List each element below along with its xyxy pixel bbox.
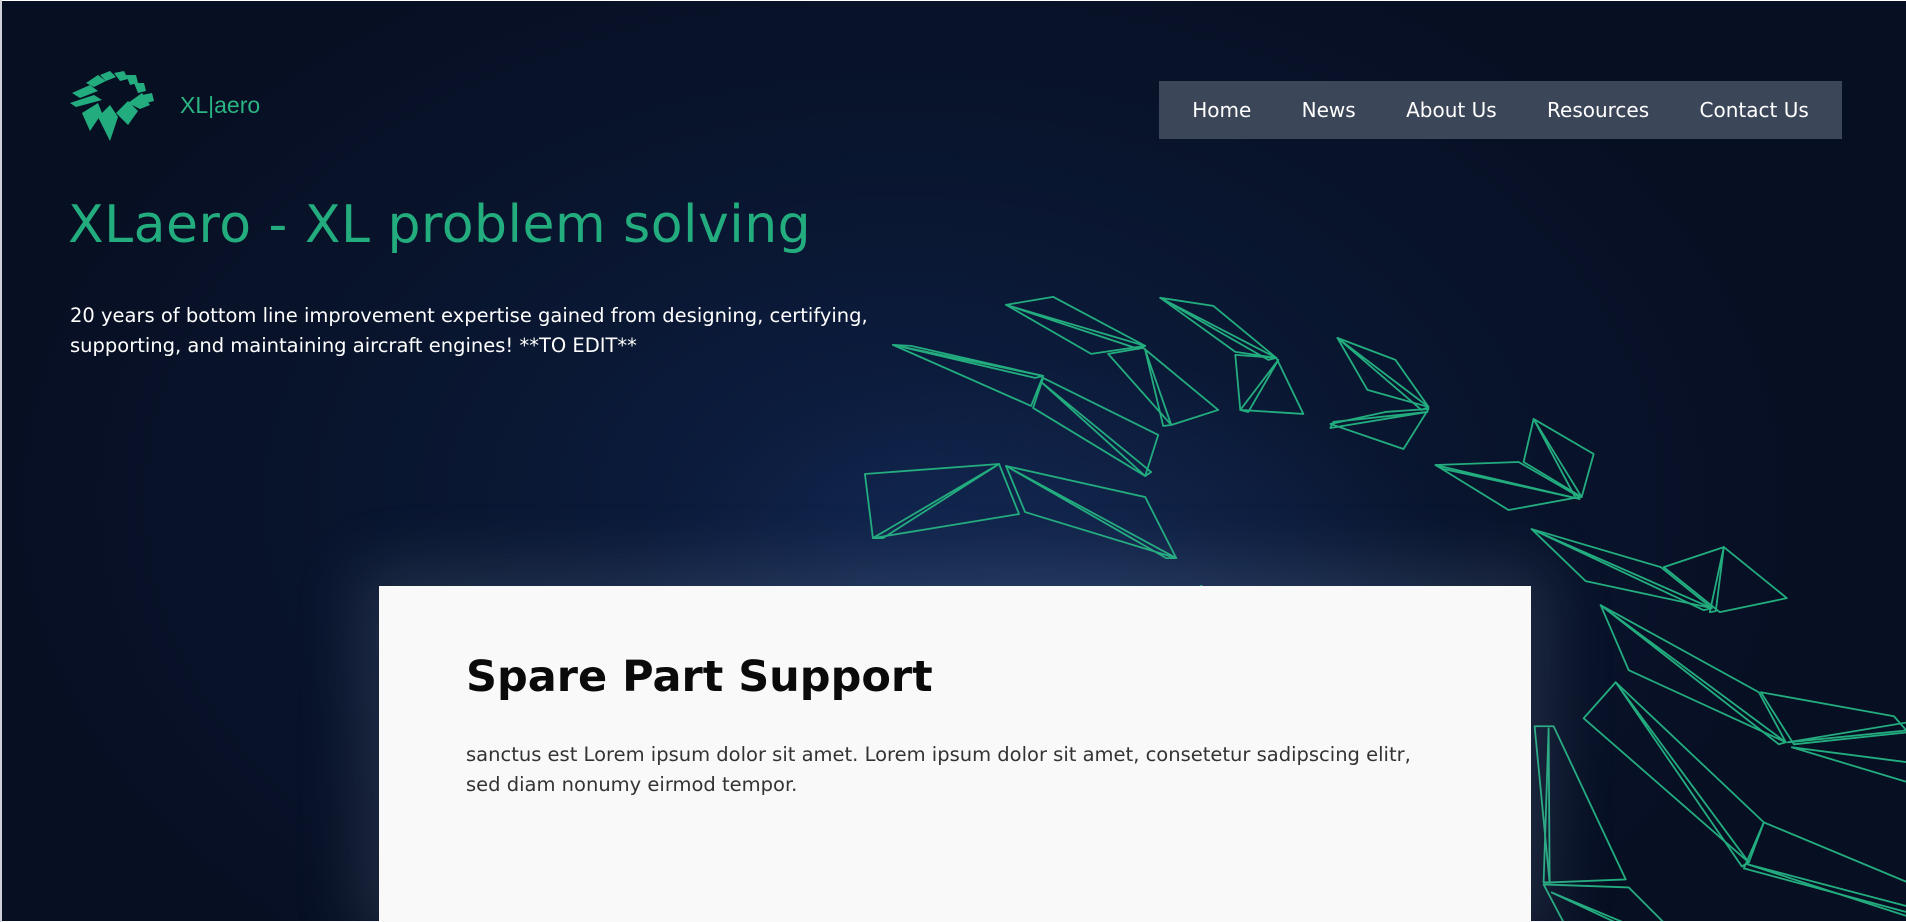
hero-description: 20 years of bottom line improvement expe… — [70, 304, 868, 357]
nav-item-contact-us[interactable]: Contact Us — [1700, 98, 1809, 122]
hero-title: XLaero - XL problem solving — [68, 195, 812, 255]
main-navigation: Home News About Us Resources Contact Us — [1159, 81, 1842, 139]
brand-logo-text: XL|aero — [180, 91, 261, 118]
spare-part-support-card: Spare Part Support sanctus est Lorem ips… — [379, 586, 1531, 922]
shard-cluster-7 — [1582, 681, 1906, 917]
xlaero-swirl-logo-icon — [70, 71, 154, 141]
nav-item-resources[interactable]: Resources — [1547, 98, 1649, 122]
brand-logo[interactable]: XL|aero — [68, 65, 278, 151]
nav-item-about-us[interactable]: About Us — [1406, 98, 1497, 122]
shard-cluster-1 — [1005, 295, 1220, 427]
shard-cluster-inner-2 — [864, 463, 1178, 560]
shard-cluster-6 — [1599, 604, 1906, 783]
shard-cluster-4 — [1434, 418, 1595, 511]
shard-cluster-inner-1 — [892, 343, 1160, 477]
nav-item-news[interactable]: News — [1302, 98, 1356, 122]
shard-cluster-2 — [1159, 296, 1305, 415]
card-body-text: sanctus est Lorem ipsum dolor sit amet. … — [466, 743, 1411, 796]
nav-item-home[interactable]: Home — [1192, 98, 1251, 122]
shard-cluster-3 — [1329, 336, 1430, 450]
shard-cluster-8 — [1533, 725, 1664, 921]
shard-cluster-5 — [1530, 528, 1788, 614]
card-title: Spare Part Support — [466, 652, 933, 702]
